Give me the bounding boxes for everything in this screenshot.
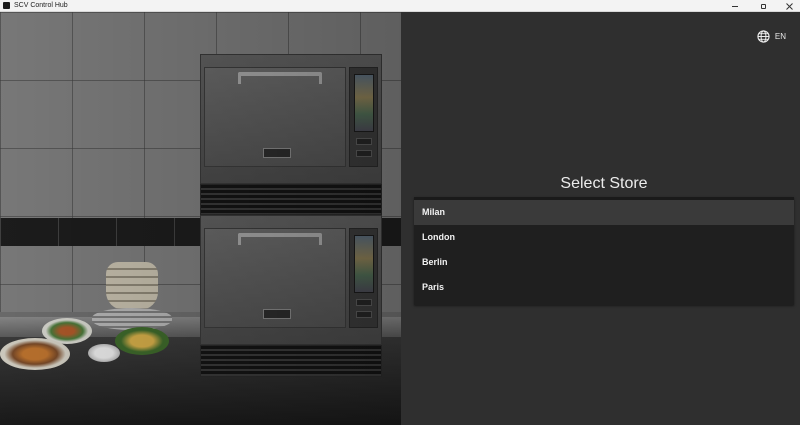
maximize-button[interactable] bbox=[750, 0, 776, 12]
store-item-paris[interactable]: Paris bbox=[414, 275, 794, 300]
store-item-label: Berlin bbox=[422, 257, 448, 267]
close-button[interactable] bbox=[776, 0, 800, 12]
store-item-london[interactable]: London bbox=[414, 225, 794, 250]
maximize-icon bbox=[760, 3, 766, 9]
store-item-label: London bbox=[422, 232, 455, 242]
store-item-berlin[interactable]: Berlin bbox=[414, 250, 794, 275]
store-selection-pane: EN Select Store Milan London Berlin Pari… bbox=[401, 12, 800, 425]
language-selector[interactable]: EN bbox=[757, 30, 786, 43]
app-icon bbox=[3, 2, 10, 9]
globe-icon bbox=[757, 30, 770, 43]
window-title: SCV Control Hub bbox=[14, 1, 68, 9]
kitchen-oven-photo bbox=[0, 12, 401, 425]
language-code: EN bbox=[774, 32, 786, 41]
store-item-label: Paris bbox=[422, 282, 445, 292]
page-title: Select Store bbox=[560, 175, 648, 192]
minimize-button[interactable] bbox=[722, 0, 748, 12]
store-item-label: Milan bbox=[422, 207, 446, 217]
store-list: Milan London Berlin Paris bbox=[414, 197, 794, 305]
store-item-milan[interactable]: Milan bbox=[414, 200, 794, 225]
window-titlebar[interactable]: SCV Control Hub bbox=[0, 0, 800, 12]
photo-overlay bbox=[0, 12, 401, 425]
minimize-icon bbox=[732, 5, 738, 7]
close-icon bbox=[785, 2, 793, 10]
